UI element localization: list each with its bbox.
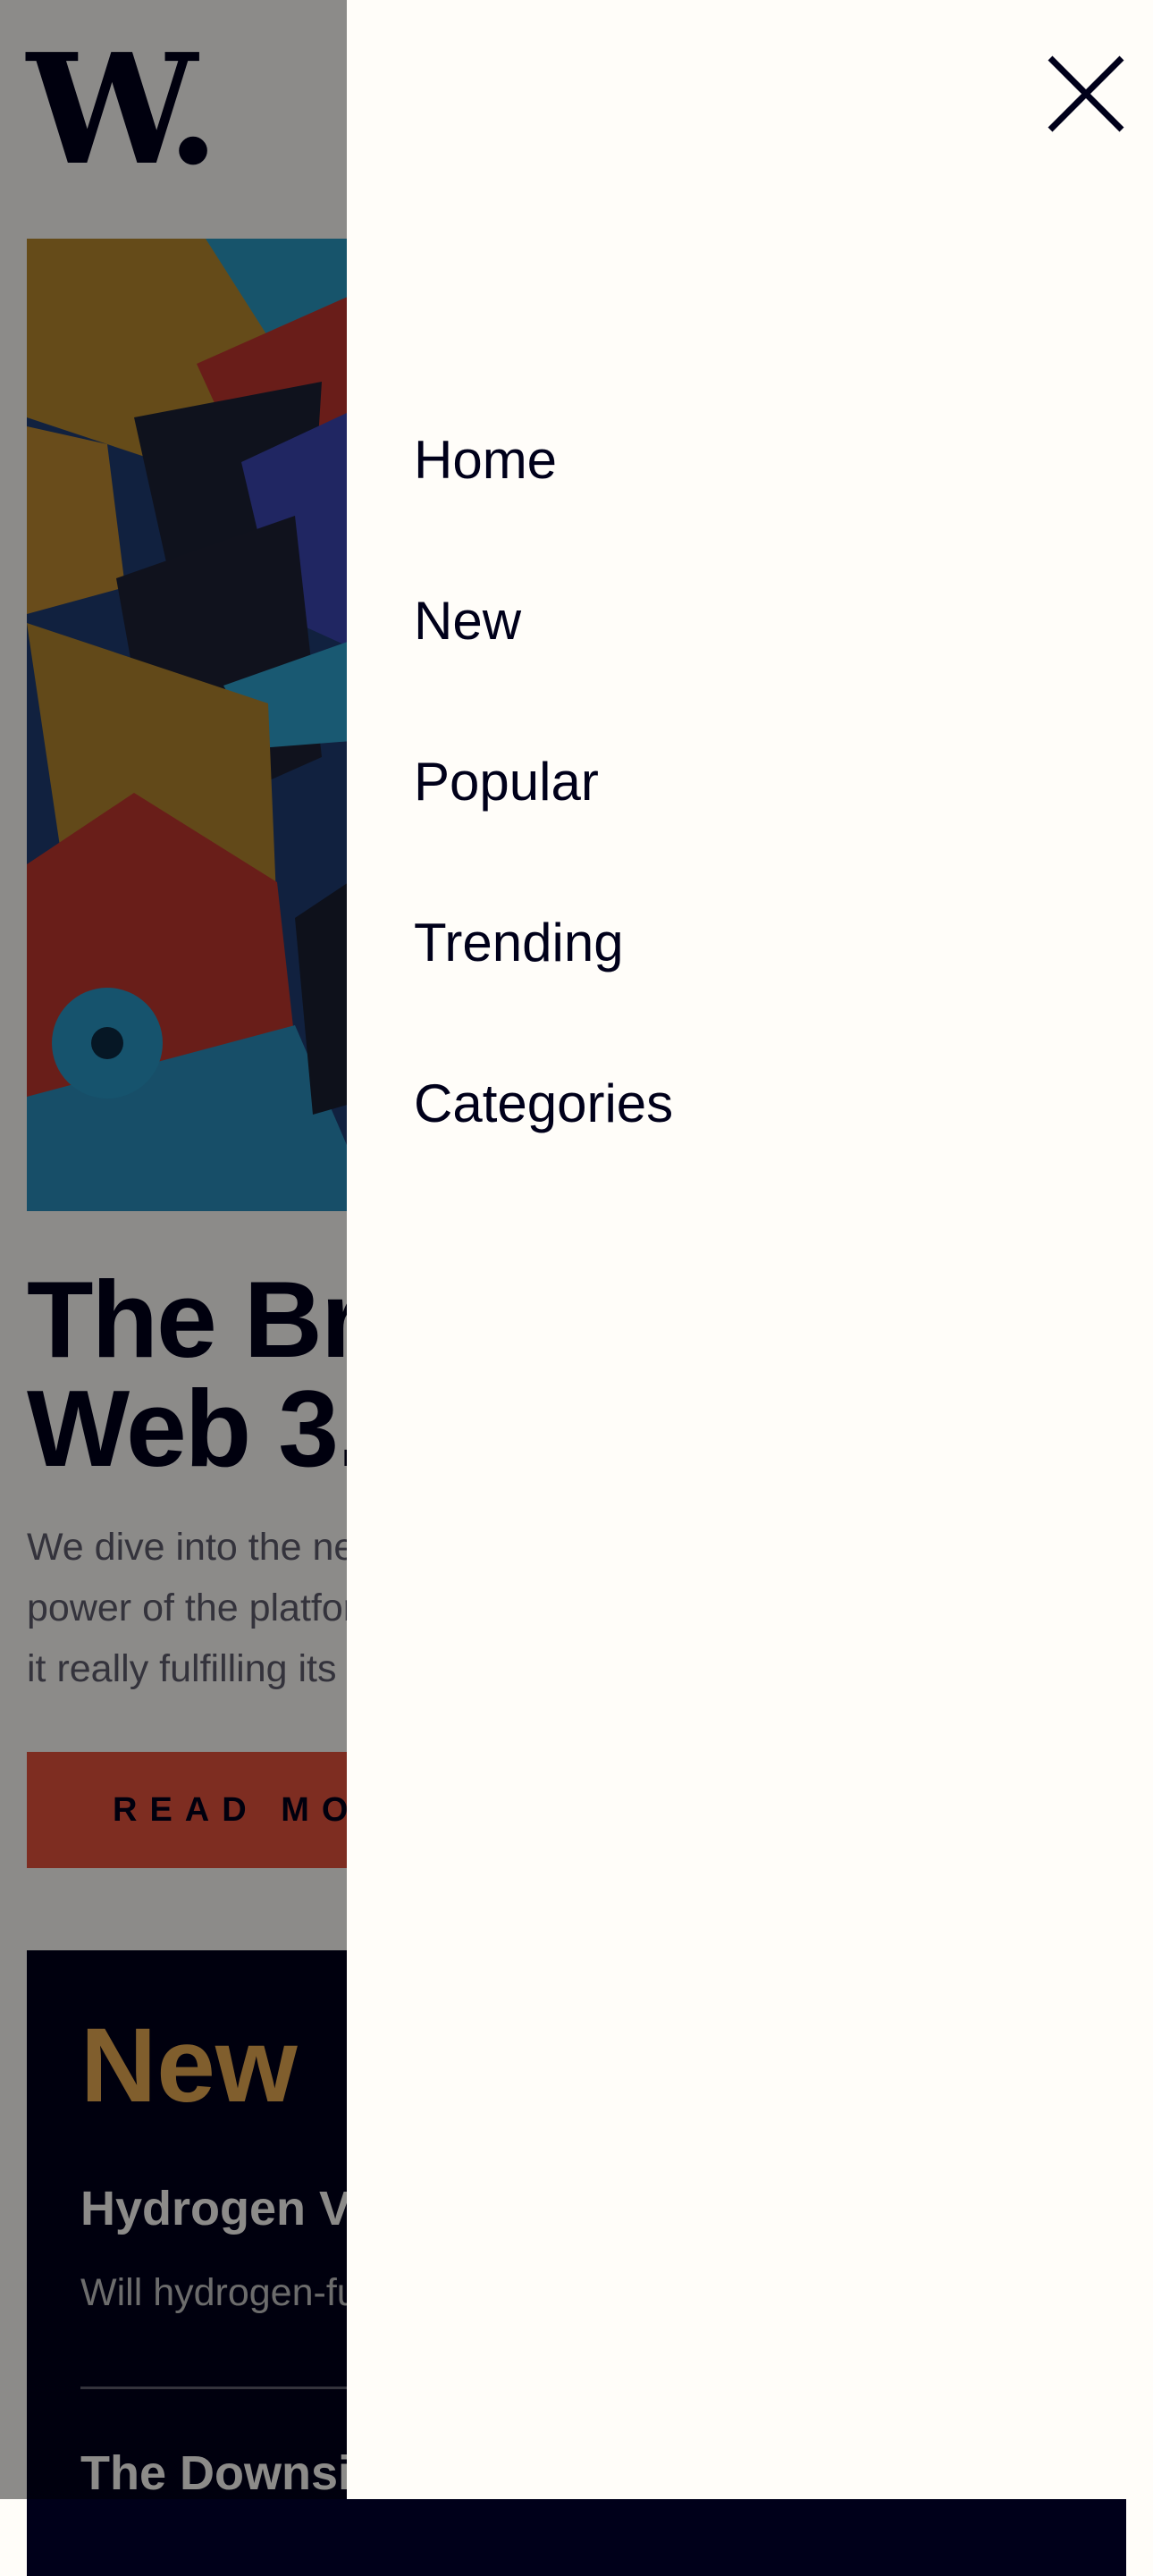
nav-link-home[interactable]: Home: [414, 434, 557, 487]
nav-item-popular: Popular: [414, 702, 673, 863]
nav-link-categories[interactable]: Categories: [414, 1077, 673, 1131]
nav-item-trending: Trending: [414, 863, 673, 1023]
nav-link-popular[interactable]: Popular: [414, 755, 599, 809]
nav-item-categories: Categories: [414, 1023, 673, 1184]
nav-link-trending[interactable]: Trending: [414, 916, 624, 970]
close-menu-button[interactable]: [1041, 49, 1131, 139]
nav-link-new[interactable]: New: [414, 594, 521, 648]
nav-menu: Home New Popular Trending Categories: [414, 380, 673, 1184]
mobile-nav-drawer: Home New Popular Trending Categories: [347, 0, 1153, 2499]
close-icon: [1048, 55, 1124, 132]
nav-item-home: Home: [414, 380, 673, 541]
nav-item-new: New: [414, 541, 673, 702]
